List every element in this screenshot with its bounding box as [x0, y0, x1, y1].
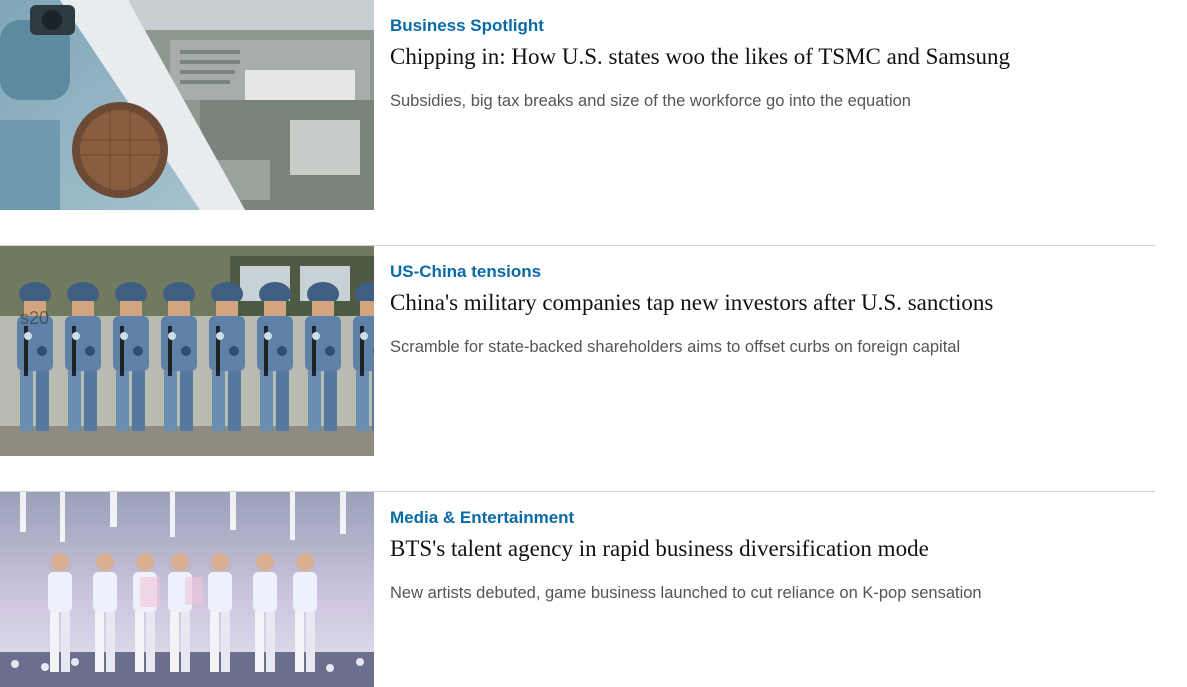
- article-headline-link[interactable]: China's military companies tap new inves…: [390, 290, 993, 316]
- concert-photo: [0, 492, 374, 687]
- article-summary: Scramble for state-backed shareholders a…: [390, 338, 961, 356]
- article-summary: New artists debuted, game business launc…: [390, 584, 982, 602]
- article-headline-link[interactable]: BTS's talent agency in rapid business di…: [390, 536, 929, 562]
- article-category-link[interactable]: Media & Entertainment: [390, 508, 574, 528]
- article-category-link[interactable]: US-China tensions: [390, 262, 541, 282]
- soldiers-photo: s20: [0, 246, 374, 456]
- article-summary: Subsidies, big tax breaks and size of th…: [390, 92, 911, 110]
- semiconductor-photo: [0, 0, 374, 210]
- article-card: s20 US-China tensions China's military c…: [0, 246, 1187, 456]
- article-thumbnail[interactable]: [0, 0, 374, 210]
- article-card: Business Spotlight Chipping in: How U.S.…: [0, 0, 1187, 210]
- svg-text:s20: s20: [20, 308, 49, 328]
- article-headline-link[interactable]: Chipping in: How U.S. states woo the lik…: [390, 44, 1010, 70]
- article-card: Media & Entertainment BTS's talent agenc…: [0, 492, 1187, 687]
- article-category-link[interactable]: Business Spotlight: [390, 16, 544, 36]
- article-thumbnail[interactable]: s20: [0, 246, 374, 456]
- article-thumbnail[interactable]: [0, 492, 374, 687]
